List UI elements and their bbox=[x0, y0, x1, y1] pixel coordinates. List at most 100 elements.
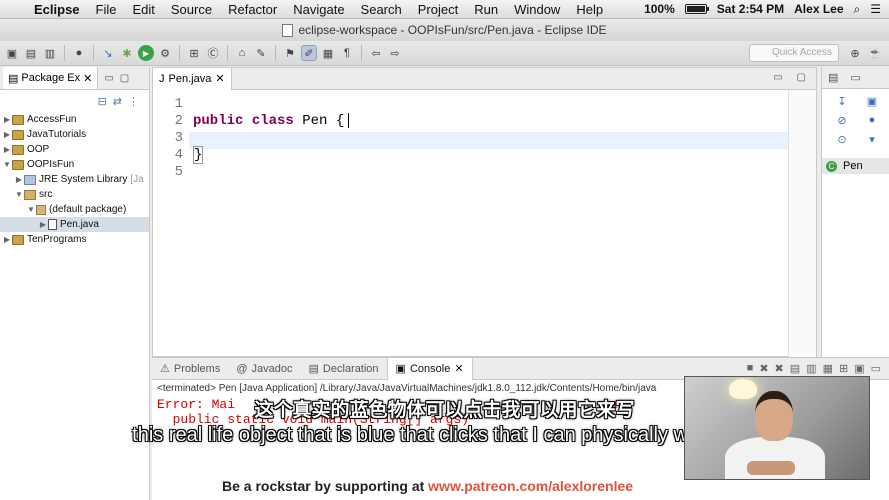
editor-vertical-scrollbar[interactable] bbox=[788, 90, 816, 358]
maximize-icon[interactable]: ▢ bbox=[797, 72, 806, 83]
remove-all-icon[interactable]: ✖ bbox=[775, 362, 784, 375]
menu-help[interactable]: Help bbox=[568, 2, 611, 17]
expand-arrow-icon[interactable]: ▶ bbox=[2, 130, 12, 139]
view-menu-icon[interactable]: ⋮ bbox=[128, 95, 139, 108]
expand-arrow-icon[interactable]: ▶ bbox=[14, 175, 24, 184]
next-annotation-icon[interactable]: ⚑ bbox=[282, 45, 298, 61]
new-java-class-icon[interactable]: Ⓒ bbox=[205, 45, 221, 61]
clear-console-icon[interactable]: ▤ bbox=[790, 362, 800, 375]
run-icon[interactable]: ▶ bbox=[138, 45, 154, 61]
tree-item[interactable]: ▼ OOPIsFun bbox=[0, 157, 149, 172]
notification-center-icon[interactable]: ☰ bbox=[870, 2, 881, 16]
back-icon[interactable]: ⇦ bbox=[368, 45, 384, 61]
tree-item[interactable]: ▼ src bbox=[0, 187, 149, 202]
sort-icon[interactable]: ↧ bbox=[832, 95, 852, 108]
open-perspective-icon[interactable]: ⊕ bbox=[847, 45, 863, 61]
tree-item[interactable]: ▶ TenPrograms bbox=[0, 232, 149, 247]
debug-icon[interactable]: ✱ bbox=[119, 45, 135, 61]
new-java-package-icon[interactable]: ⊞ bbox=[186, 45, 202, 61]
tab-pen-java[interactable]: J Pen.java ✕ bbox=[153, 67, 232, 90]
tree-item[interactable]: ▶ Pen.java bbox=[0, 217, 149, 232]
project-icon bbox=[12, 234, 24, 245]
close-icon[interactable]: ✕ bbox=[215, 72, 224, 85]
tab-problems[interactable]: ⚠ Problems bbox=[152, 358, 228, 380]
toggle-mark-occurrences-icon[interactable]: ✐ bbox=[301, 45, 317, 61]
tab-javadoc[interactable]: @ Javadoc bbox=[228, 358, 300, 380]
forward-icon[interactable]: ⇨ bbox=[387, 45, 403, 61]
tab-package-explorer[interactable]: ▤ Package Ex ✕ bbox=[3, 67, 99, 89]
save-icon[interactable]: ▤ bbox=[23, 45, 39, 61]
tab-declaration[interactable]: ▤ Declaration bbox=[301, 358, 387, 380]
skip-breakpoints-icon[interactable]: ↘ bbox=[100, 45, 116, 61]
search-toolbar-icon[interactable]: ✎ bbox=[253, 45, 269, 61]
close-icon[interactable]: ✕ bbox=[454, 362, 463, 375]
show-whitespace-icon[interactable]: ¶ bbox=[339, 45, 355, 61]
toggle-block-selection-icon[interactable]: ▦ bbox=[320, 45, 336, 61]
link-with-editor-icon[interactable]: ⇄ bbox=[113, 95, 122, 108]
collapse-arrow-icon[interactable]: ▼ bbox=[14, 190, 24, 199]
console-toolbar: ■ ✖ ✖ ▤ ▥ ▦ ⊞ ▣ ▭ bbox=[747, 362, 889, 375]
tree-item[interactable]: ▶ AccessFun bbox=[0, 112, 149, 127]
close-icon[interactable]: ✕ bbox=[83, 72, 92, 85]
menu-source[interactable]: Source bbox=[163, 2, 220, 17]
expand-arrow-icon[interactable]: ▶ bbox=[2, 115, 12, 124]
user-name[interactable]: Alex Lee bbox=[794, 2, 843, 16]
collapse-arrow-icon[interactable]: ▼ bbox=[2, 160, 12, 169]
profile-icon[interactable]: ● bbox=[71, 45, 87, 61]
java-perspective-icon[interactable]: ☕ bbox=[867, 45, 883, 61]
new-icon[interactable]: ▣ bbox=[4, 45, 20, 61]
tree-item[interactable]: ▶ JavaTutorials bbox=[0, 127, 149, 142]
toolbar-separator bbox=[93, 45, 94, 61]
tree-item[interactable]: ▶ JRE System Library [Ja bbox=[0, 172, 149, 187]
hide-nonpublic-icon[interactable]: ● bbox=[862, 114, 882, 127]
minimize-icon[interactable]: ▭ bbox=[871, 362, 881, 375]
view-menu-icon[interactable]: ▾ bbox=[862, 133, 882, 146]
code-line: public class Pen { bbox=[193, 113, 350, 129]
hide-static-icon[interactable]: ⊘ bbox=[832, 114, 852, 127]
menu-file[interactable]: File bbox=[88, 2, 125, 17]
menu-navigate[interactable]: Navigate bbox=[285, 2, 352, 17]
pin-console-icon[interactable]: ⊞ bbox=[839, 362, 848, 375]
minimize-icon[interactable]: ▭ bbox=[850, 71, 860, 84]
maximize-icon[interactable]: ▢ bbox=[120, 73, 129, 84]
open-type-icon[interactable]: ⌂ bbox=[234, 45, 250, 61]
expand-arrow-icon[interactable]: ▶ bbox=[2, 235, 12, 244]
scroll-lock-icon[interactable]: ▥ bbox=[806, 362, 816, 375]
spotlight-search-icon[interactable]: ⌕ bbox=[854, 2, 861, 17]
tree-item-label: src bbox=[39, 189, 53, 200]
focus-icon[interactable]: ⊙ bbox=[832, 133, 852, 146]
save-all-icon[interactable]: ▥ bbox=[42, 45, 58, 61]
tree-item[interactable]: ▶ OOP bbox=[0, 142, 149, 157]
collapse-all-icon[interactable]: ⊟ bbox=[98, 95, 107, 108]
menu-edit[interactable]: Edit bbox=[124, 2, 162, 17]
collapse-arrow-icon[interactable]: ▼ bbox=[26, 205, 36, 214]
menu-project[interactable]: Project bbox=[410, 2, 466, 17]
minimize-icon[interactable]: ▭ bbox=[104, 73, 113, 84]
toolbar-separator bbox=[179, 45, 180, 61]
menu-refactor[interactable]: Refactor bbox=[220, 2, 285, 17]
word-wrap-icon[interactable]: ▦ bbox=[823, 362, 833, 375]
external-tools-icon[interactable]: ⚙ bbox=[157, 45, 173, 61]
quick-access-field[interactable]: Quick Access bbox=[749, 44, 839, 62]
terminate-icon[interactable]: ■ bbox=[747, 362, 754, 375]
outline-tab-icon[interactable]: ▤ bbox=[828, 71, 838, 84]
menu-run[interactable]: Run bbox=[466, 2, 506, 17]
expand-arrow-icon[interactable]: ▶ bbox=[2, 145, 12, 154]
outline-item-pen[interactable]: C Pen bbox=[822, 158, 889, 174]
menu-window[interactable]: Window bbox=[506, 2, 568, 17]
tab-console[interactable]: ▣ Console ✕ bbox=[386, 357, 473, 380]
tree-item-label: (default package) bbox=[49, 204, 127, 215]
expand-arrow-icon[interactable]: ▶ bbox=[38, 220, 48, 229]
project-icon bbox=[12, 159, 24, 170]
menu-app-name[interactable]: Eclipse bbox=[26, 2, 88, 17]
clock[interactable]: Sat 2:54 PM bbox=[717, 2, 784, 16]
menu-search[interactable]: Search bbox=[353, 2, 410, 17]
mac-menu-bar: Eclipse File Edit Source Refactor Naviga… bbox=[0, 0, 889, 19]
remove-launch-icon[interactable]: ✖ bbox=[759, 362, 768, 375]
hide-fields-icon[interactable]: ▣ bbox=[862, 95, 882, 108]
minimize-icon[interactable]: ▭ bbox=[773, 72, 782, 83]
tree-item[interactable]: ▼ (default package) bbox=[0, 202, 149, 217]
code-area[interactable]: 1 2 3 4 5 public class Pen { } bbox=[153, 90, 816, 356]
display-console-icon[interactable]: ▣ bbox=[854, 362, 864, 375]
battery-icon[interactable] bbox=[684, 4, 709, 14]
